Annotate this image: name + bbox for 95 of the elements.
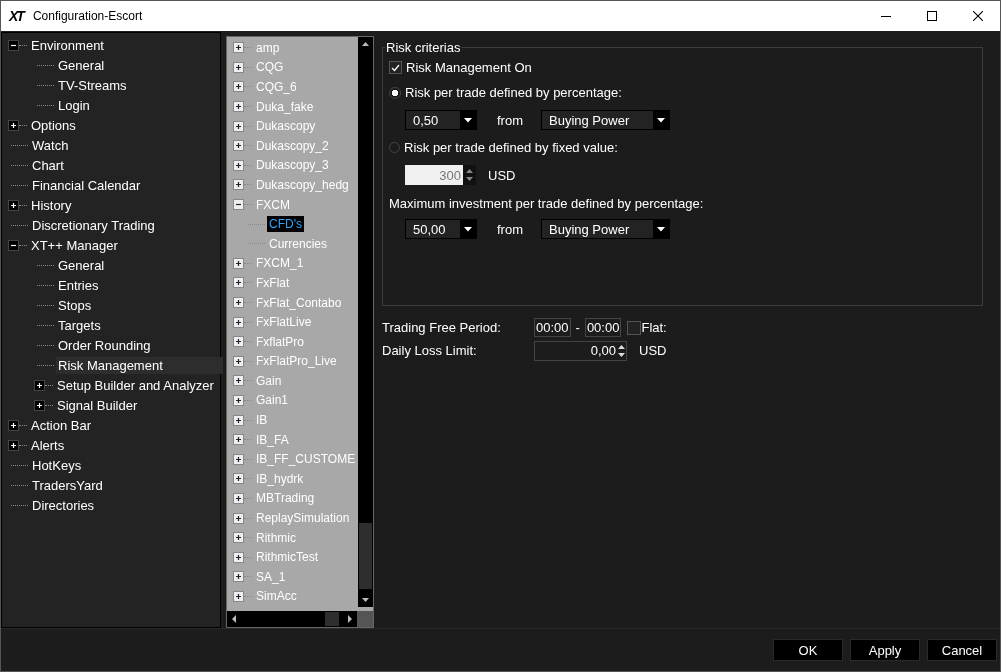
tree-item[interactable]: General bbox=[56, 256, 107, 274]
tree-item[interactable]: Alerts bbox=[29, 436, 67, 454]
checkbox[interactable] bbox=[389, 61, 402, 74]
time-field[interactable]: 00:00 bbox=[584, 318, 622, 337]
tree-item[interactable]: XT++ Manager bbox=[29, 236, 120, 254]
expand-icon[interactable] bbox=[8, 199, 19, 211]
expand-icon[interactable] bbox=[233, 316, 244, 328]
unit-label: USD bbox=[488, 167, 516, 183]
collapse-icon[interactable] bbox=[8, 239, 19, 251]
expand-icon[interactable] bbox=[233, 571, 244, 583]
tree-item[interactable]: Entries bbox=[56, 276, 101, 294]
expand-icon[interactable] bbox=[233, 179, 244, 191]
tree-item[interactable]: Chart bbox=[30, 156, 66, 174]
expand-icon[interactable] bbox=[233, 590, 244, 602]
dialog-button[interactable]: Apply bbox=[850, 639, 920, 661]
dialog-button[interactable]: Cancel bbox=[927, 639, 997, 661]
expand-icon[interactable] bbox=[233, 336, 244, 348]
expand-icon[interactable] bbox=[233, 512, 244, 524]
tree-item[interactable]: Watch bbox=[30, 136, 71, 154]
expand-icon[interactable] bbox=[8, 119, 19, 131]
expand-icon[interactable] bbox=[233, 473, 244, 485]
expand-icon[interactable] bbox=[233, 375, 244, 387]
checkbox[interactable] bbox=[627, 320, 642, 335]
tree-item[interactable]: Signal Builder bbox=[55, 396, 140, 414]
tree-item[interactable]: Login bbox=[56, 96, 92, 114]
vertical-scrollbar[interactable] bbox=[358, 37, 373, 607]
field-label: Maximum investment per trade defined by percentage: bbox=[389, 195, 704, 211]
range-separator: - bbox=[575, 320, 580, 335]
expand-icon[interactable] bbox=[233, 414, 244, 426]
collapse-icon[interactable] bbox=[233, 199, 244, 211]
expand-icon[interactable] bbox=[233, 61, 244, 73]
group-title: Risk criterias bbox=[385, 40, 462, 55]
tree-item[interactable]: HotKeys bbox=[30, 456, 84, 474]
scrollbar-corner bbox=[357, 611, 373, 627]
expand-icon[interactable] bbox=[233, 140, 244, 152]
spinner-arrows-icon[interactable] bbox=[617, 342, 626, 359]
tree-item[interactable]: Targets bbox=[56, 316, 103, 334]
checkbox-label: Flat: bbox=[641, 320, 667, 335]
checkbox-label: Risk Management On bbox=[406, 60, 532, 75]
expand-icon[interactable] bbox=[233, 159, 244, 171]
expand-icon[interactable] bbox=[233, 551, 244, 563]
horizontal-scrollbar[interactable] bbox=[227, 611, 357, 627]
tree-item[interactable]: History bbox=[29, 196, 74, 214]
tree-item[interactable]: Risk Management bbox=[56, 356, 223, 374]
time-field[interactable]: 00:00 bbox=[534, 318, 571, 337]
base-dropdown[interactable]: Buying Power bbox=[541, 110, 670, 130]
expand-icon[interactable] bbox=[233, 257, 244, 269]
from-label: from bbox=[497, 221, 523, 237]
expand-icon[interactable] bbox=[233, 277, 244, 289]
close-icon[interactable] bbox=[973, 11, 983, 21]
tree-item[interactable]: General bbox=[56, 56, 107, 74]
expand-icon[interactable] bbox=[34, 399, 45, 411]
radio-label: Risk per trade defined by percentage: bbox=[405, 85, 622, 100]
maximize-icon[interactable] bbox=[927, 11, 937, 21]
tree-item[interactable]: Directories bbox=[30, 496, 97, 514]
from-label: from bbox=[497, 112, 523, 128]
value-dropdown[interactable]: 50,00 bbox=[405, 219, 477, 239]
expand-icon[interactable] bbox=[8, 439, 19, 451]
expand-icon[interactable] bbox=[233, 101, 244, 113]
number-spinner[interactable]: 0,00 bbox=[534, 340, 627, 361]
field-label: Trading Free Period: bbox=[382, 320, 502, 335]
tree-item[interactable]: TradersYard bbox=[30, 476, 105, 494]
tree-item[interactable]: Stops bbox=[56, 296, 94, 314]
window-title: Configuration-Escort bbox=[32, 9, 143, 23]
expand-icon[interactable] bbox=[34, 379, 45, 391]
expand-icon[interactable] bbox=[233, 532, 244, 544]
expand-icon[interactable] bbox=[233, 297, 244, 308]
expand-icon[interactable] bbox=[233, 434, 244, 446]
base-dropdown[interactable]: Buying Power bbox=[541, 219, 670, 239]
tree-item[interactable]: Environment bbox=[29, 36, 106, 54]
expand-icon[interactable] bbox=[233, 453, 244, 465]
expand-icon[interactable] bbox=[8, 419, 19, 431]
unit-label: USD bbox=[639, 343, 667, 358]
expand-icon[interactable] bbox=[233, 492, 244, 504]
radio-button[interactable] bbox=[389, 86, 401, 99]
expand-icon[interactable] bbox=[233, 81, 244, 93]
field-label: Daily Loss Limit: bbox=[382, 343, 478, 358]
expand-icon[interactable] bbox=[233, 355, 244, 367]
expand-icon[interactable] bbox=[233, 120, 244, 132]
tree-item[interactable]: CFD's bbox=[267, 216, 304, 233]
app-logo: XT bbox=[9, 8, 23, 24]
expand-icon[interactable] bbox=[233, 42, 244, 54]
tree-item[interactable]: Order Rounding bbox=[56, 336, 153, 354]
expand-icon[interactable] bbox=[233, 395, 244, 406]
collapse-icon[interactable] bbox=[8, 39, 19, 51]
tree-item[interactable]: Action Bar bbox=[29, 416, 93, 434]
tree-item[interactable]: Financial Calendar bbox=[30, 176, 143, 194]
dialog-button[interactable]: OK bbox=[773, 639, 843, 661]
tree-item[interactable]: Setup Builder and Analyzer bbox=[55, 376, 216, 394]
tree-item[interactable]: Options bbox=[29, 116, 78, 134]
minimize-icon[interactable] bbox=[881, 15, 891, 17]
tree-item[interactable]: TV-Streams bbox=[56, 76, 129, 94]
value-dropdown[interactable]: 0,50 bbox=[405, 110, 477, 130]
tree-item[interactable]: Discretionary Trading bbox=[30, 216, 157, 234]
radio-label: Risk per trade defined by fixed value: bbox=[404, 140, 618, 155]
